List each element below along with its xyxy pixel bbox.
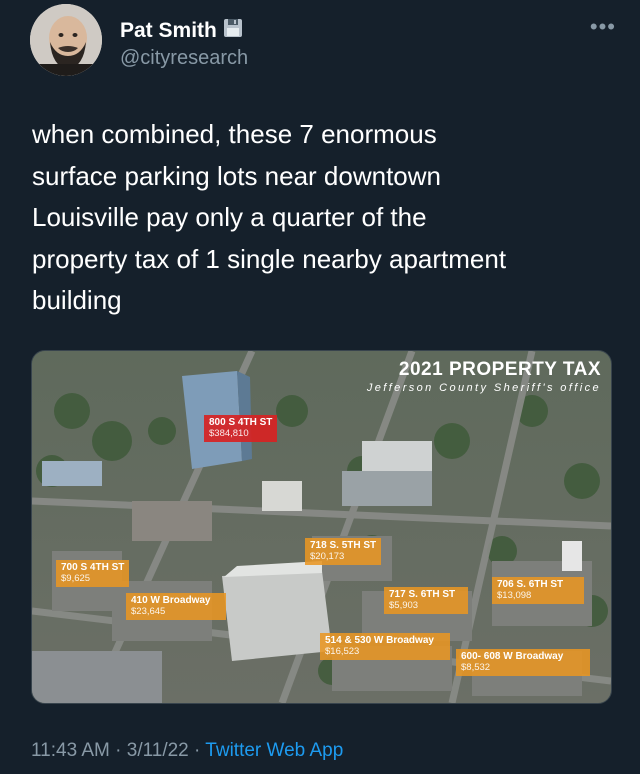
label-tax: $13,098 [497, 590, 532, 601]
avatar[interactable] [30, 4, 102, 76]
tweet-text: when combined, these 7 enormous surface … [32, 119, 507, 315]
image-title: 2021 PROPERTY TAX [398, 359, 601, 380]
label-address: 600- 608 W Broadway [461, 651, 564, 662]
label-tax: $8,532 [461, 662, 491, 673]
separator: · [188, 740, 206, 761]
label-address: 706 S. 6TH ST [497, 579, 564, 590]
label-address: 717 S. 6TH ST [389, 589, 456, 600]
author-name[interactable]: Pat Smith [120, 19, 217, 43]
label-717-s-6th: 717 S. 6TH ST $5,903 [384, 587, 468, 614]
label-410-w-broadway: 410 W Broadway $23,645 [126, 593, 226, 620]
label-address: 514 & 530 W Broadway [325, 635, 434, 646]
label-tax: $23,645 [131, 606, 166, 617]
label-tax: $16,523 [325, 646, 360, 657]
label-tax: $5,903 [389, 600, 419, 611]
separator: · [109, 740, 127, 761]
label-tax: $9,625 [61, 573, 91, 584]
property-tax-title: 2021 PROPERTY TAX Jefferson County Sheri… [367, 359, 601, 394]
tweet-date[interactable]: 3/11/22 [127, 740, 189, 761]
more-dots-icon[interactable]: ••• [590, 16, 616, 38]
floppy-disk-icon [223, 18, 243, 38]
author-handle[interactable]: @cityresearch [120, 47, 248, 70]
label-tax: $20,173 [310, 551, 345, 562]
image-subtitle: Jefferson County Sheriff's office [366, 382, 601, 394]
label-800-s-4th: 800 S 4TH ST $384,810 [204, 415, 278, 442]
tweet-metadata: 11:43 AM · 3/11/22 · Twitter Web App [31, 740, 343, 762]
label-address: 410 W Broadway [131, 595, 211, 606]
label-address: 700 S 4TH ST [61, 562, 125, 573]
tweet-image[interactable]: 2021 PROPERTY TAX Jefferson County Sheri… [31, 350, 612, 704]
label-tax: $384,810 [209, 428, 249, 439]
tweet-time[interactable]: 11:43 AM [31, 740, 110, 761]
source-app-link[interactable]: Twitter Web App [205, 740, 343, 761]
label-514-530-w-broadway: 514 & 530 W Broadway $16,523 [320, 633, 450, 660]
label-address: 718 S. 5TH ST [310, 540, 377, 551]
label-700-s-4th: 700 S 4TH ST $9,625 [56, 560, 130, 587]
tweet-header: Pat Smith @cityresearch ••• [30, 4, 620, 82]
label-600-608-w-broadway: 600- 608 W Broadway $8,532 [456, 649, 590, 676]
label-address: 800 S 4TH ST [209, 417, 273, 428]
label-706-s-6th: 706 S. 6TH ST $13,098 [492, 577, 584, 604]
label-718-s-5th: 718 S. 5TH ST $20,173 [305, 538, 382, 565]
